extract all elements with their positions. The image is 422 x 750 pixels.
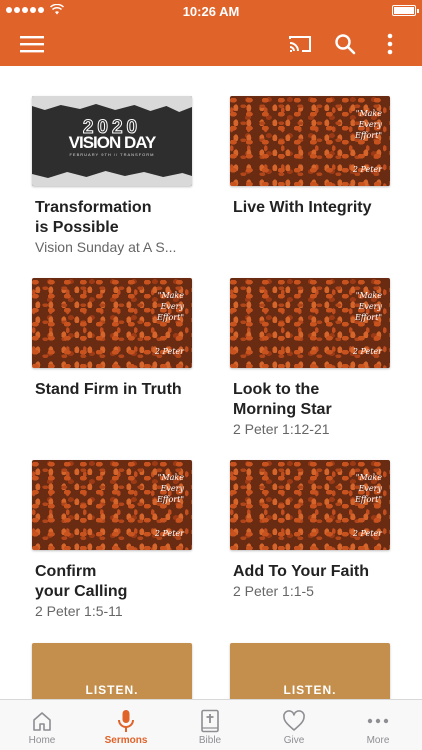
app-bar [0, 22, 422, 66]
status-bar: 10:26 AM [0, 0, 422, 22]
microphone-icon [118, 710, 134, 732]
thumbnail-listen: LISTEN. [85, 683, 139, 697]
tab-label: Bible [198, 735, 222, 746]
thumbnail-verse: "Make Every Effort" [354, 473, 382, 504]
sermon-card[interactable]: LISTEN. [32, 643, 192, 699]
sermon-card[interactable]: "Make Every Effort" 2 Peter Live With In… [230, 96, 390, 218]
sermon-subtitle: 2 Peter 1:1-5 [233, 583, 314, 599]
thumbnail-book: 2 Peter [154, 347, 184, 356]
cast-button[interactable] [286, 30, 314, 58]
thumbnail-listen: LISTEN. [283, 683, 337, 697]
tab-home[interactable]: Home [0, 700, 84, 750]
tab-label: Sermons [104, 735, 148, 746]
tab-bible[interactable]: Bible [168, 700, 252, 750]
tab-give[interactable]: Give [252, 700, 336, 750]
sermon-thumbnail: "Make Every Effort" 2 Peter [230, 278, 390, 368]
home-icon [33, 712, 51, 731]
thumbnail-book: 2 Peter [154, 529, 184, 538]
sermon-thumbnail: "Make Every Effort" 2 Peter [230, 96, 390, 186]
sermon-card[interactable]: "Make Every Effort" 2 Peter Stand Firm i… [32, 278, 192, 400]
tab-sermons[interactable]: Sermons [84, 700, 168, 750]
thumbnail-book: 2 Peter [352, 165, 382, 174]
sermon-card[interactable]: "Make Every Effort" 2 Peter Look to the … [230, 278, 390, 438]
sermon-subtitle: 2 Peter 1:12-21 [233, 421, 330, 437]
thumbnail-verse: "Make Every Effort" [156, 291, 184, 322]
more-horizontal-icon [367, 718, 389, 724]
sermon-title: Live With Integrity [233, 199, 372, 216]
torn-paper-bottom [32, 171, 192, 186]
menu-button[interactable] [18, 30, 46, 58]
thumbnail-book: 2 Peter [352, 529, 382, 538]
sermon-thumbnail: 2020 VISION DAY FEBRUARY 9TH // TRANSFOR… [32, 96, 192, 186]
sermon-thumbnail: "Make Every Effort" 2 Peter [32, 460, 192, 550]
sermon-subtitle: Vision Sunday at A S... [35, 239, 177, 255]
thumbnail-verse: "Make Every Effort" [354, 109, 382, 140]
sermon-subtitle: 2 Peter 1:5-11 [35, 603, 123, 619]
cast-icon [289, 36, 311, 52]
menu-icon [20, 36, 44, 53]
sermon-title: Look to the Morning Star [233, 381, 332, 418]
sermon-card[interactable]: 2020 VISION DAY FEBRUARY 9TH // TRANSFOR… [32, 96, 192, 256]
sermon-title: Transformation is Possible [35, 199, 152, 236]
thumbnail-name: VISION DAY [68, 133, 157, 152]
tab-bar: Home Sermons Bible Give More [0, 699, 422, 750]
sermon-thumbnail: LISTEN. [230, 643, 390, 699]
sermon-thumbnail: "Make Every Effort" 2 Peter [230, 460, 390, 550]
tab-label: Give [283, 735, 305, 746]
tab-more[interactable]: More [336, 700, 420, 750]
thumbnail-caption: FEBRUARY 9TH // TRANSFORM [69, 152, 155, 157]
sermon-thumbnail: LISTEN. [32, 643, 192, 699]
bible-icon [201, 709, 219, 733]
more-options-button[interactable] [376, 30, 404, 58]
more-vertical-icon [387, 33, 393, 55]
sermon-card[interactable]: "Make Every Effort" 2 Peter Confirm your… [32, 460, 192, 620]
heart-icon [283, 710, 305, 731]
status-time: 10:26 AM [182, 4, 240, 19]
search-icon [335, 34, 356, 55]
sermon-title: Stand Firm in Truth [35, 381, 182, 398]
search-button[interactable] [331, 30, 359, 58]
sermon-title: Add To Your Faith [233, 563, 369, 580]
sermon-title: Confirm your Calling [35, 563, 128, 600]
thumbnail-book: 2 Peter [352, 347, 382, 356]
sermon-thumbnail: "Make Every Effort" 2 Peter [32, 278, 192, 368]
sermon-grid: 2020 VISION DAY FEBRUARY 9TH // TRANSFOR… [0, 66, 422, 699]
battery-icon [392, 5, 419, 16]
tab-label: More [366, 735, 390, 746]
sermon-card[interactable]: LISTEN. [230, 643, 390, 699]
thumbnail-verse: "Make Every Effort" [156, 473, 184, 504]
thumbnail-verse: "Make Every Effort" [354, 291, 382, 322]
tab-label: Home [28, 735, 56, 746]
sermon-card[interactable]: "Make Every Effort" 2 Peter Add To Your … [230, 460, 390, 600]
torn-paper-top [32, 96, 192, 112]
